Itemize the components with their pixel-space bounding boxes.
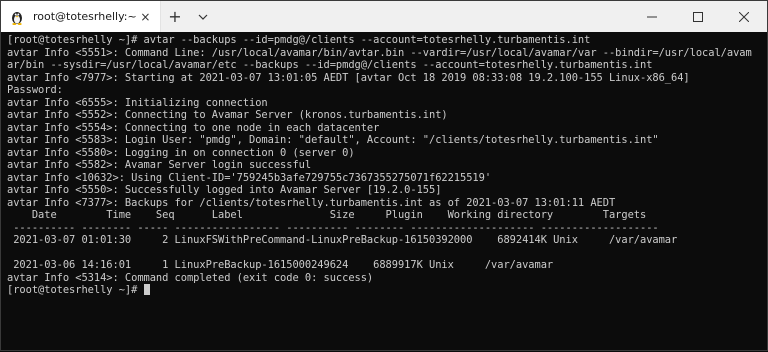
terminal-line: ar/bin --sysdir=/usr/local/avamar/etc --… xyxy=(7,59,653,71)
terminal-line: avtar Info <7377>: Backups for /clients/… xyxy=(7,196,616,209)
new-tab-button[interactable]: + xyxy=(161,1,189,32)
terminal-output[interactable]: [root@totesrhelly ~]# avtar --backups --… xyxy=(1,32,767,352)
table-header-line: Date Time Seq Label Size Plugin Working … xyxy=(7,209,647,221)
text-cursor xyxy=(143,284,150,295)
prompt-line[interactable]: [root@totesrhelly ~]# xyxy=(7,284,761,297)
terminal-line: avtar Info <10632>: Using Client-ID='759… xyxy=(7,171,492,184)
table-row: 2021-03-07 01:01:30 2 LinuxFSWithPreComm… xyxy=(7,234,678,246)
terminal-tab[interactable]: root@totesrhelly:~ × xyxy=(1,1,161,32)
terminal-line: avtar Info <5314>: Command completed (ex… xyxy=(7,271,374,284)
tab-title: root@totesrhelly:~ xyxy=(33,10,137,23)
tux-linux-icon xyxy=(9,9,25,25)
close-button[interactable] xyxy=(721,1,767,32)
tab-dropdown-button[interactable] xyxy=(189,1,217,32)
table-separator-line: ---------- -------- ----- --------------… xyxy=(7,221,659,234)
chevron-down-icon xyxy=(198,14,208,20)
terminal-line: avtar Info <6555>: Initializing connecti… xyxy=(7,96,268,109)
terminal-line: avtar Info <5582>: Avamar Server login s… xyxy=(7,159,312,171)
terminal-line: avtar Info <7977>: Starting at 2021-03-0… xyxy=(7,71,690,84)
terminal-line: avtar Info <5554>: Connecting to one nod… xyxy=(7,121,380,134)
minimize-icon xyxy=(647,16,657,17)
prompt-text: [root@totesrhelly ~]# xyxy=(7,284,144,296)
close-icon xyxy=(739,11,749,22)
terminal-line: avtar Info <5550>: Successfully logged i… xyxy=(7,184,442,196)
terminal-line: avtar Info <5552>: Connecting to Avamar … xyxy=(7,109,448,121)
tab-close-icon[interactable]: × xyxy=(137,10,154,24)
minimize-button[interactable] xyxy=(629,1,675,32)
terminal-line: avtar Info <5551>: Command Line: /usr/lo… xyxy=(7,46,752,59)
maximize-icon xyxy=(693,11,703,22)
title-bar: root@totesrhelly:~ × + xyxy=(1,1,767,32)
terminal-window: root@totesrhelly:~ × + [root@totesrhelly… xyxy=(0,0,768,351)
terminal-line: Password: xyxy=(7,84,63,96)
table-row: 2021-03-06 14:16:01 1 LinuxPreBackup-161… xyxy=(7,259,554,271)
maximize-button[interactable] xyxy=(675,1,721,32)
terminal-line: [root@totesrhelly ~]# avtar --backups --… xyxy=(7,34,591,46)
terminal-line: avtar Info <5580>: Logging in on connect… xyxy=(7,146,355,159)
terminal-line: avtar Info <5583>: Login User: "pmdg", D… xyxy=(7,134,659,146)
